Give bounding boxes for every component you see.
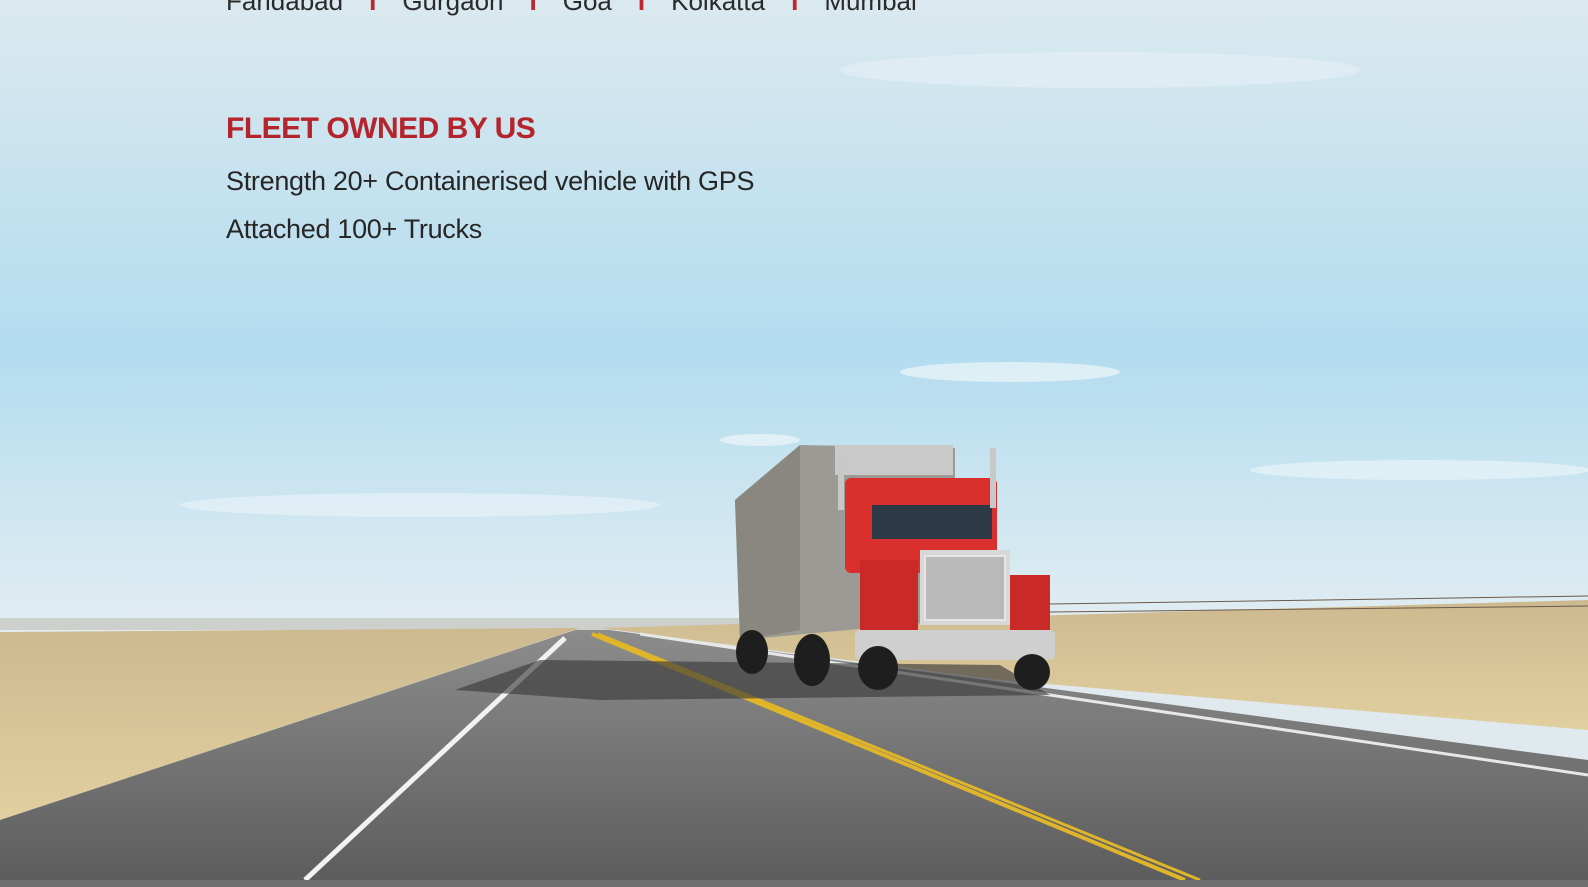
city-item: Faridabad [226,0,344,16]
fleet-attached-text: Attached 100+ Trucks [226,214,482,244]
city-item: Goa [562,0,612,16]
bottom-divider [0,880,1588,887]
fleet-strength-text: Strength 20+ Containerised vehicle with … [226,166,755,196]
city-separator: I [369,0,377,16]
city-list: Faridabad I Gurgaon I Goa I Kolkatta I M… [226,0,917,17]
city-separator: I [791,0,799,16]
fleet-section: Faridabad I Gurgaon I Goa I Kolkatta I M… [0,0,1588,887]
city-item: Gurgaon [402,0,504,16]
city-separator: I [637,0,646,16]
city-item: Mumbai [824,0,917,16]
city-separator: I [529,0,537,16]
fleet-heading: FLEET OWNED BY US [226,112,536,145]
city-item: Kolkatta [671,0,766,16]
